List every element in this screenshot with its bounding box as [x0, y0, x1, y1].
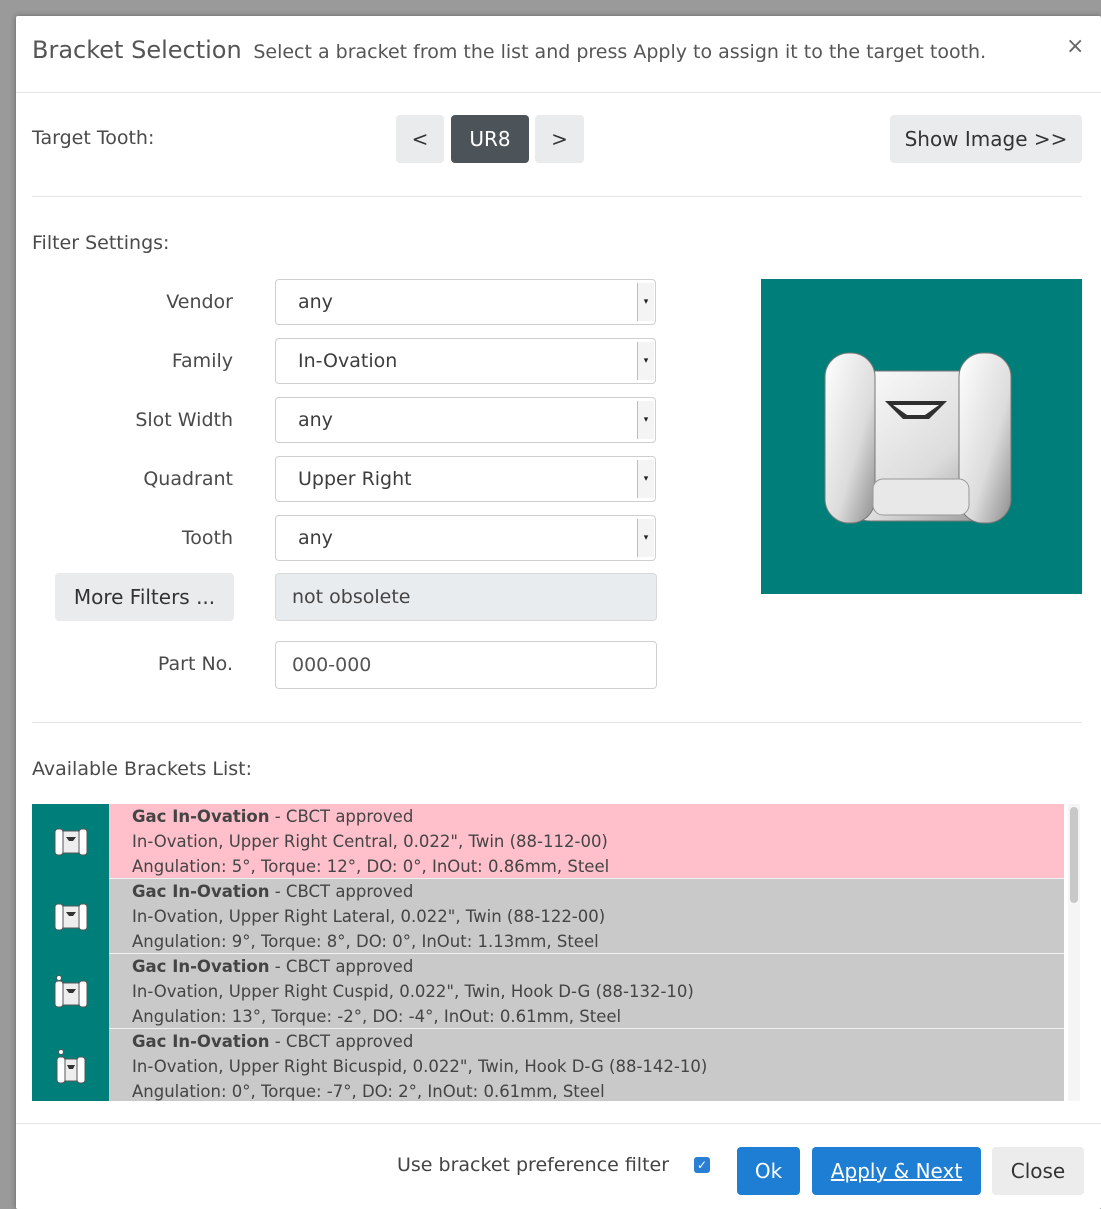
bracket-thumbnail-icon: [32, 1029, 109, 1101]
brackets-list-heading: Available Brackets List:: [32, 758, 252, 780]
list-item-body: Gac In-Ovation - CBCT approved In-Ovatio…: [109, 879, 1064, 954]
bracket-name: Gac In-Ovation: [132, 882, 270, 901]
vendor-label: Vendor: [166, 291, 233, 313]
vendor-select[interactable]: any ▾: [275, 279, 656, 325]
show-image-button[interactable]: Show Image >>: [890, 115, 1082, 163]
bracket-description: In-Ovation, Upper Right Cuspid, 0.022", …: [132, 982, 694, 1001]
dialog-title: Bracket Selection Select a bracket from …: [32, 36, 986, 64]
bracket-thumbnail-icon: [32, 954, 109, 1029]
current-tooth-badge[interactable]: UR8: [451, 115, 529, 163]
prev-tooth-button[interactable]: <: [396, 115, 444, 163]
list-scrollbar[interactable]: [1068, 804, 1080, 1101]
chevron-down-icon: ▾: [637, 401, 654, 439]
pref-filter-label: Use bracket preference filter: [397, 1154, 670, 1176]
bracket-name: Gac In-Ovation: [132, 957, 270, 976]
filter-settings-heading: Filter Settings:: [32, 232, 170, 254]
scrollbar-thumb[interactable]: [1070, 807, 1078, 903]
next-tooth-button[interactable]: >: [535, 115, 584, 163]
active-filters-display: not obsolete: [275, 573, 657, 621]
family-value: In-Ovation: [298, 350, 398, 372]
quadrant-value: Upper Right: [298, 468, 412, 490]
vendor-value: any: [298, 291, 333, 313]
list-item[interactable]: Gac In-Ovation - CBCT approved In-Ovatio…: [32, 879, 1064, 954]
bracket-status: - CBCT approved: [269, 957, 414, 976]
list-item-body: Gac In-Ovation - CBCT approved In-Ovatio…: [109, 1029, 1064, 1101]
list-item[interactable]: Gac In-Ovation - CBCT approved In-Ovatio…: [32, 954, 1064, 1029]
bracket-description: In-Ovation, Upper Right Bicuspid, 0.022"…: [132, 1057, 708, 1076]
ok-button[interactable]: Ok: [737, 1147, 800, 1195]
chevron-down-icon: ▾: [637, 460, 654, 498]
bracket-status: - CBCT approved: [269, 1032, 414, 1051]
pref-filter-checkbox[interactable]: ✓: [694, 1157, 710, 1173]
bracket-description: In-Ovation, Upper Right Central, 0.022",…: [132, 832, 608, 851]
list-item-title: Gac In-Ovation - CBCT approved: [132, 882, 413, 901]
chevron-down-icon: ▾: [637, 519, 654, 557]
bracket-specs: Angulation: 5°, Torque: 12°, DO: 0°, InO…: [132, 857, 610, 876]
bracket-name: Gac In-Ovation: [132, 807, 270, 826]
list-item-title: Gac In-Ovation - CBCT approved: [132, 1032, 413, 1051]
chevron-down-icon: ▾: [637, 342, 654, 380]
list-item-body: Gac In-Ovation - CBCT approved In-Ovatio…: [109, 954, 1064, 1029]
quadrant-select[interactable]: Upper Right ▾: [275, 456, 656, 502]
bracket-name: Gac In-Ovation: [132, 1032, 270, 1051]
list-item[interactable]: Gac In-Ovation - CBCT approved In-Ovatio…: [32, 1029, 1064, 1101]
close-button[interactable]: Close: [992, 1147, 1084, 1195]
target-tooth-label: Target Tooth:: [32, 127, 155, 149]
family-select[interactable]: In-Ovation ▾: [275, 338, 656, 384]
slot-width-value: any: [298, 409, 333, 431]
active-filters-text: not obsolete: [292, 586, 411, 608]
bracket-status: - CBCT approved: [269, 882, 414, 901]
bracket-thumbnail-icon: [32, 804, 109, 879]
dialog-title-text: Bracket Selection: [32, 36, 242, 64]
bracket-specs: Angulation: 13°, Torque: -2°, DO: -4°, I…: [132, 1007, 622, 1026]
dialog-header: Bracket Selection Select a bracket from …: [16, 16, 1101, 93]
part-no-label: Part No.: [157, 653, 233, 675]
quadrant-label: Quadrant: [143, 468, 233, 490]
list-item[interactable]: Gac In-Ovation - CBCT approved In-Ovatio…: [32, 804, 1064, 879]
chevron-down-icon: ▾: [637, 283, 654, 321]
slot-width-select[interactable]: any ▾: [275, 397, 656, 443]
bracket-preview-image: [761, 279, 1082, 594]
bracket-status: - CBCT approved: [269, 807, 414, 826]
more-filters-button[interactable]: More Filters ...: [55, 573, 234, 621]
bracket-selection-dialog: Bracket Selection Select a bracket from …: [16, 16, 1101, 1209]
divider: [32, 722, 1082, 723]
close-icon[interactable]: ×: [1066, 34, 1084, 59]
list-item-title: Gac In-Ovation - CBCT approved: [132, 957, 413, 976]
part-no-input[interactable]: [275, 641, 657, 689]
divider: [32, 196, 1082, 197]
bracket-specs: Angulation: 0°, Torque: -7°, DO: 2°, InO…: [132, 1082, 605, 1101]
footer-divider: [16, 1123, 1101, 1124]
bracket-3d-icon: [824, 352, 1012, 524]
bracket-specs: Angulation: 9°, Torque: 8°, DO: 0°, InOu…: [132, 932, 599, 951]
list-item-body: Gac In-Ovation - CBCT approved In-Ovatio…: [109, 804, 1064, 879]
slot-width-label: Slot Width: [135, 409, 233, 431]
tooth-select[interactable]: any ▾: [275, 515, 656, 561]
bracket-description: In-Ovation, Upper Right Lateral, 0.022",…: [132, 907, 606, 926]
list-item-title: Gac In-Ovation - CBCT approved: [132, 807, 413, 826]
family-label: Family: [171, 350, 233, 372]
dialog-subtitle: Select a bracket from the list and press…: [253, 41, 987, 63]
brackets-list[interactable]: Gac In-Ovation - CBCT approved In-Ovatio…: [32, 804, 1080, 1101]
bracket-thumbnail-icon: [32, 879, 109, 954]
tooth-value: any: [298, 527, 333, 549]
tooth-label: Tooth: [181, 527, 233, 549]
apply-next-button[interactable]: Apply & Next: [812, 1147, 981, 1195]
